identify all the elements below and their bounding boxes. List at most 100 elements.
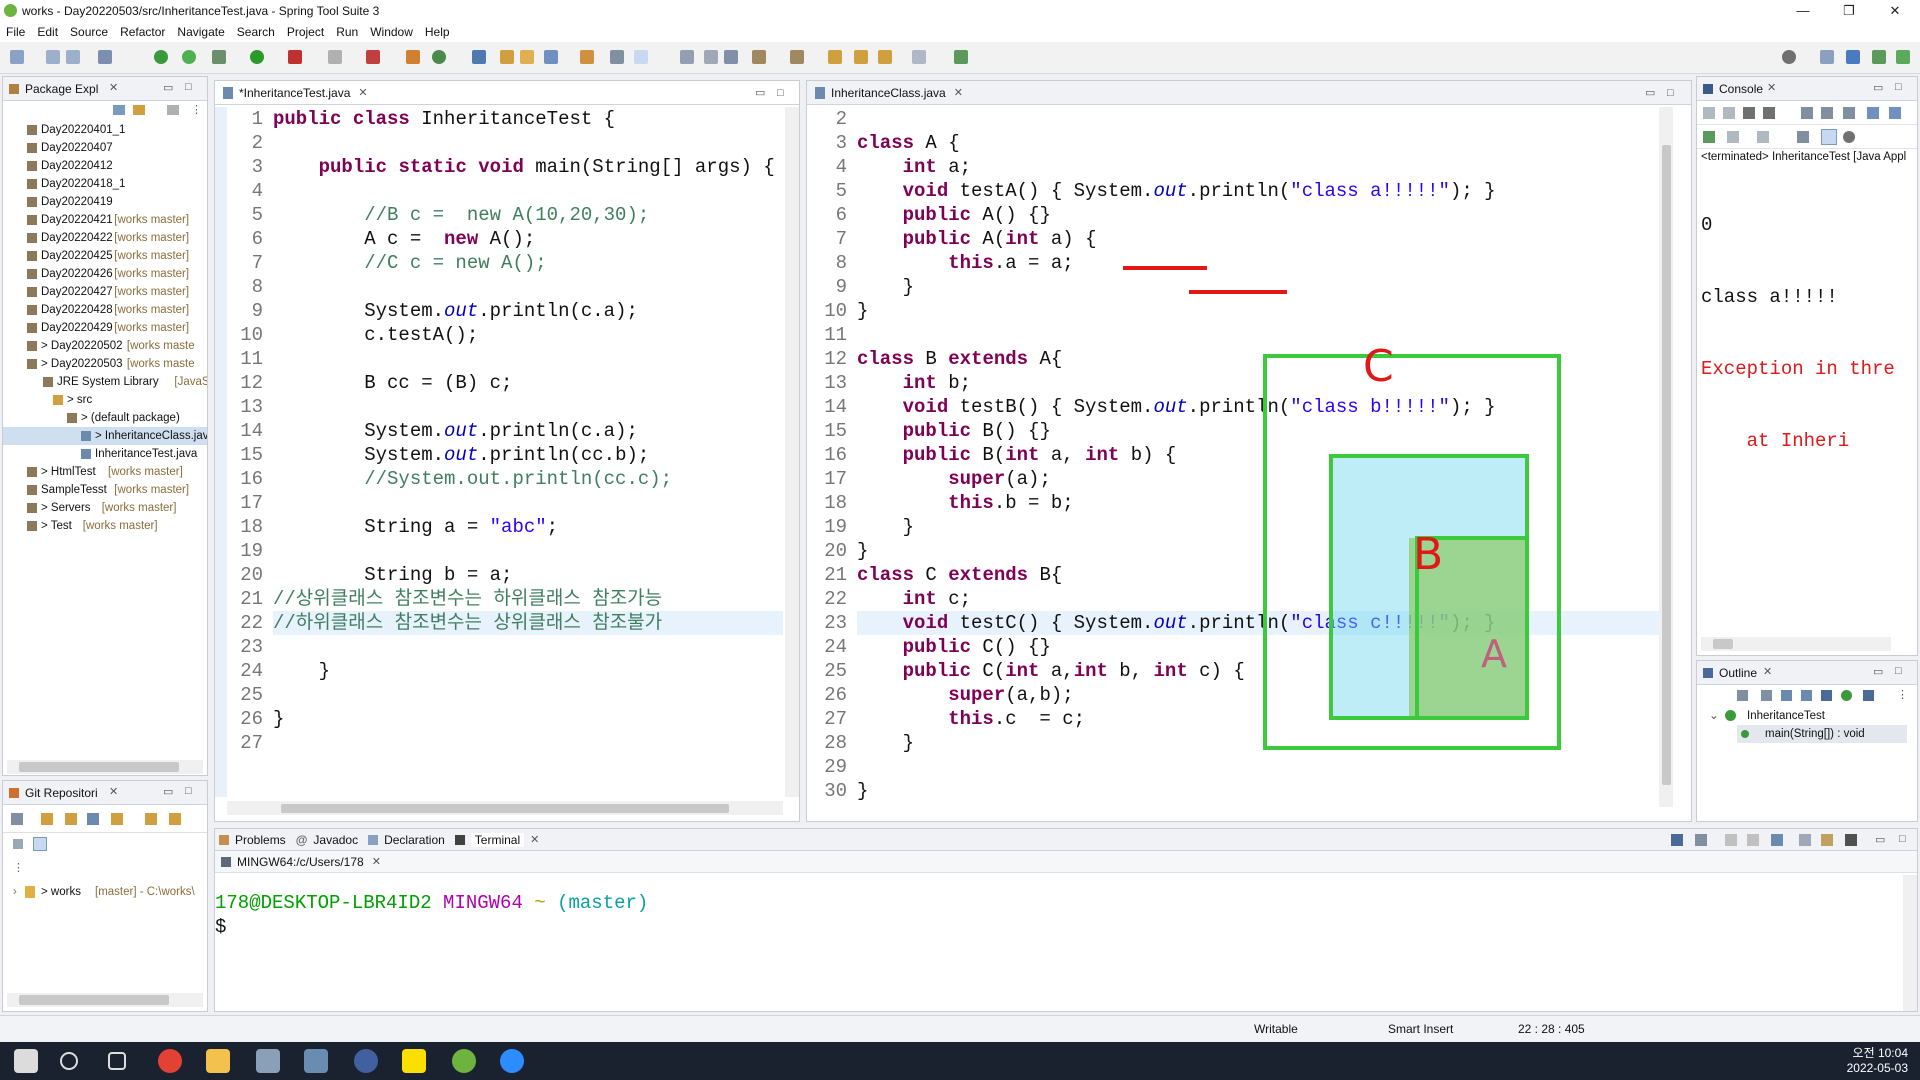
view-mode-icon[interactable] [33, 837, 47, 851]
pin-editor-icon[interactable] [954, 50, 968, 64]
block-select-icon[interactable] [680, 50, 694, 64]
copy-icon[interactable] [1797, 131, 1809, 143]
fetch-icon[interactable] [145, 813, 157, 825]
open-perspective-icon[interactable] [1820, 50, 1834, 64]
tab-problems[interactable]: Problems [235, 833, 286, 847]
menu-navigate[interactable]: Navigate [171, 25, 230, 39]
menu-run[interactable]: Run [330, 25, 364, 39]
toggle-breadcrumb-icon[interactable] [610, 50, 624, 64]
hide-nonpublic-icon[interactable] [1841, 690, 1852, 701]
open-console-icon[interactable] [1889, 107, 1901, 119]
hide-fields-icon[interactable] [1801, 690, 1812, 701]
collapse-all-icon[interactable] [113, 105, 125, 115]
folder-icon[interactable] [520, 50, 534, 64]
maximize-icon[interactable]: □ [185, 81, 192, 93]
settings-icon[interactable] [1845, 834, 1857, 846]
outline-tab[interactable]: Outline ✕ ▭ □ [1697, 661, 1917, 685]
prev-annotation-icon[interactable] [790, 50, 804, 64]
scroll-thumb[interactable] [281, 804, 729, 813]
menu-help[interactable]: Help [419, 25, 456, 39]
tree-item[interactable]: > Servers [works master] [3, 499, 207, 517]
task-view-icon[interactable] [108, 1052, 126, 1070]
java-perspective-icon[interactable] [1846, 50, 1860, 64]
menu-file[interactable]: File [0, 25, 31, 39]
create-repo-icon[interactable] [87, 813, 99, 825]
annotation-icon[interactable] [580, 50, 594, 64]
minimize-button[interactable]: — [1780, 0, 1826, 22]
terminal-session-tab[interactable]: MINGW64:/c/Users/178 ✕ [215, 851, 1917, 873]
view-menu-icon[interactable]: ⋮ [191, 103, 202, 116]
menu-search[interactable]: Search [231, 25, 281, 39]
new-java-project-icon[interactable] [406, 50, 420, 64]
minimize-icon[interactable]: ▭ [1873, 665, 1883, 678]
spring-tool-suite-icon[interactable] [452, 1049, 476, 1073]
tree-item[interactable]: Day20220427 [works master] [3, 283, 207, 301]
forward-icon[interactable] [912, 50, 926, 64]
clear-icon[interactable] [1763, 107, 1775, 119]
menu-source[interactable]: Source [64, 25, 114, 39]
settings-gear-icon[interactable] [1843, 131, 1855, 143]
tree-item[interactable]: > InheritanceClass.java [3, 427, 207, 445]
disconnect-icon[interactable] [1725, 834, 1737, 846]
tree-item[interactable]: > (default package) [3, 409, 207, 427]
forward-arrow-icon[interactable] [878, 50, 892, 64]
git-scrollbar[interactable] [7, 993, 203, 1007]
next-annotation-icon[interactable] [752, 50, 766, 64]
scroll-thumb[interactable] [19, 762, 179, 772]
new-class-icon[interactable] [432, 50, 446, 64]
tree-item[interactable]: Day20220412 [3, 157, 207, 175]
spring-boot-icon[interactable] [154, 50, 168, 64]
tree-item[interactable]: Day20220419 [3, 193, 207, 211]
left-editor-hscroll[interactable] [227, 801, 783, 815]
view-menu-icon[interactable]: ⋮ [1897, 688, 1908, 701]
maximize-icon[interactable]: □ [1899, 833, 1906, 845]
word-wrap-icon[interactable] [704, 50, 718, 64]
link-icon[interactable] [13, 839, 23, 849]
terminate-icon[interactable] [1703, 107, 1715, 119]
import-icon[interactable] [111, 813, 123, 825]
save-icon[interactable] [46, 50, 60, 64]
stop-icon[interactable] [328, 50, 342, 64]
refresh-icon[interactable] [182, 50, 196, 64]
hide-local-types-icon[interactable] [1863, 690, 1874, 701]
scroll-lock-icon[interactable] [1801, 107, 1813, 119]
add-repo-icon[interactable] [41, 813, 53, 825]
more-icon[interactable]: ⋮ [13, 861, 24, 874]
run-config-icon[interactable] [288, 50, 302, 64]
kakaotalk-icon[interactable] [402, 1049, 426, 1073]
spring-perspective-icon[interactable] [1896, 50, 1910, 64]
display-console-icon[interactable] [1867, 107, 1879, 119]
clone-repo-icon[interactable] [65, 813, 77, 825]
close-button[interactable]: ✕ [1872, 0, 1918, 22]
maximize-button[interactable]: ❐ [1826, 0, 1872, 22]
filter-icon[interactable] [167, 105, 179, 115]
editor-tab-inheritance-test[interactable]: *InheritanceTest.java ✕ ▭ □ [215, 81, 799, 105]
file-explorer-icon[interactable] [206, 1049, 230, 1073]
debug-perspective-icon[interactable] [1872, 50, 1886, 64]
close-icon[interactable]: ✕ [1767, 81, 1776, 94]
minimize-icon[interactable]: ▭ [1873, 81, 1883, 94]
tree-item[interactable]: SampleTesst [works master] [3, 481, 207, 499]
hide-static-icon[interactable] [1821, 690, 1832, 701]
git-repositories-tab[interactable]: Git Repositori ✕ ▭ □ [3, 781, 207, 805]
maximize-icon[interactable]: □ [777, 87, 784, 99]
scroll-lock-icon[interactable] [1747, 834, 1759, 846]
minimize-icon[interactable]: ▭ [163, 81, 173, 94]
close-icon[interactable]: ✕ [530, 833, 539, 846]
remove-all-icon[interactable] [1743, 107, 1755, 119]
tree-item[interactable]: Day20220422 [works master] [3, 229, 207, 247]
minimize-icon[interactable]: ▭ [1875, 833, 1885, 846]
console-hscroll[interactable] [1701, 637, 1891, 651]
run-icon[interactable] [250, 50, 264, 64]
maximize-icon[interactable]: □ [185, 785, 192, 797]
tree-item[interactable]: Day20220407 [3, 139, 207, 157]
search-icon[interactable] [60, 1052, 78, 1070]
select-console-icon[interactable] [1757, 131, 1769, 143]
tree-item[interactable]: Day20220418_1 [3, 175, 207, 193]
eclipse-icon[interactable] [354, 1049, 378, 1073]
print-icon[interactable] [98, 50, 112, 64]
show-whitespace-icon[interactable] [724, 50, 738, 64]
tree-item[interactable]: > HtmlTest [works master] [3, 463, 207, 481]
console-menu-icon[interactable] [1727, 131, 1739, 143]
menu-window[interactable]: Window [364, 25, 419, 39]
